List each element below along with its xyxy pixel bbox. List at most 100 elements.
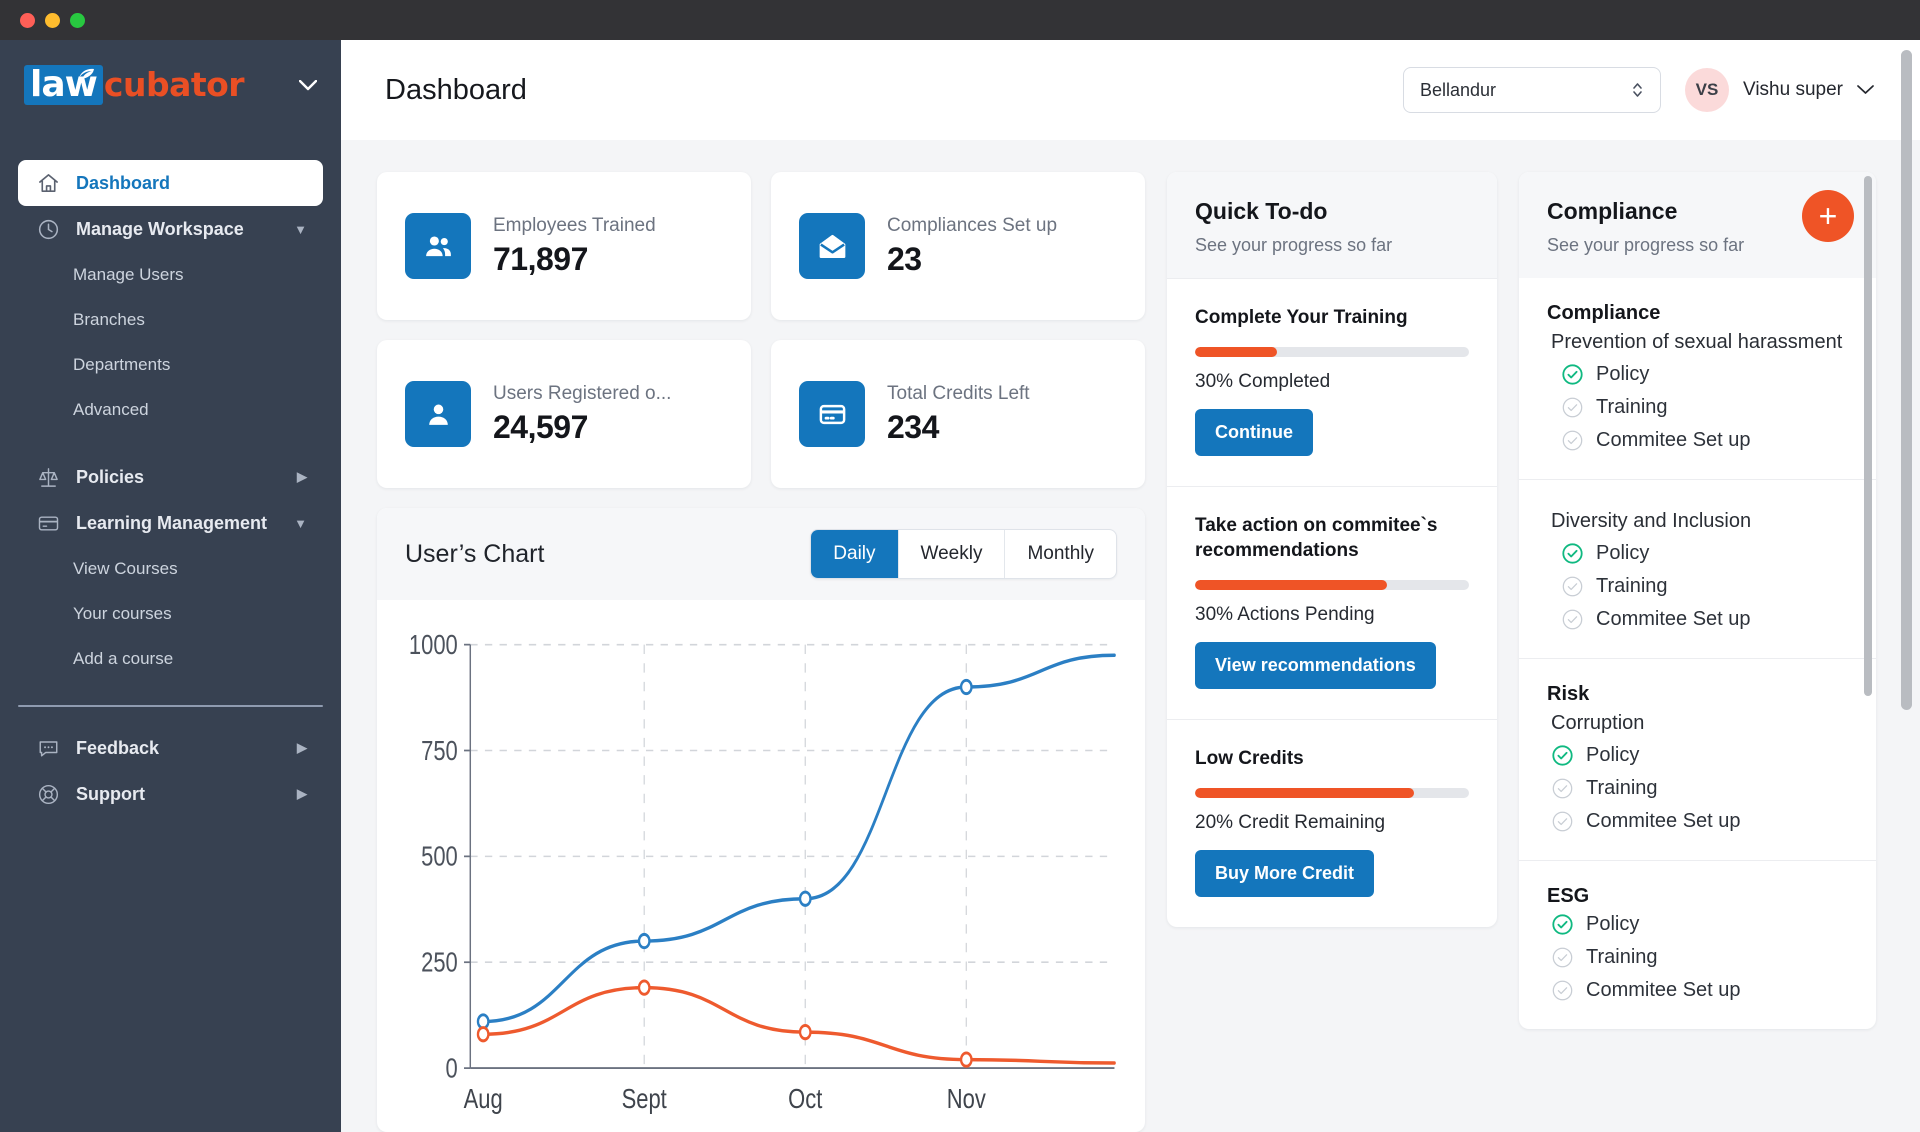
quick-todo-panel: Quick To-do See your progress so far Com… (1167, 172, 1497, 927)
chevron-right-icon[interactable]: ▶ (297, 469, 307, 485)
sidebar-item-learning-management[interactable]: Learning Management ▼ (18, 500, 323, 546)
sidebar-item-feedback[interactable]: Feedback ▶ (18, 725, 323, 771)
sidebar-item-label: Manage Workspace (76, 219, 244, 240)
app-window: law cubator Dashboard (0, 0, 1920, 1132)
sidebar-item-view-courses[interactable]: View Courses (0, 546, 341, 591)
chevron-down-icon[interactable]: ▼ (294, 516, 307, 531)
check-circle-pending-icon (1561, 429, 1584, 452)
progress-text: 30% Actions Pending (1195, 604, 1469, 626)
page-scrollbar[interactable] (1901, 50, 1912, 710)
branch-select[interactable]: Bellandur (1403, 67, 1661, 113)
stat-value: 234 (887, 409, 1030, 446)
add-compliance-button[interactable]: + (1802, 190, 1854, 242)
compliance-group-heading: ESG (1547, 885, 1848, 908)
card-icon (36, 511, 60, 535)
buy-more-credit-button[interactable]: Buy More Credit (1195, 850, 1374, 897)
envelope-icon (799, 213, 865, 279)
compliance-group: Diversity and InclusionPolicyTrainingCom… (1519, 479, 1876, 658)
branch-select-value: Bellandur (1420, 80, 1496, 101)
progress-bar (1195, 347, 1469, 357)
chat-icon (36, 736, 60, 760)
chevron-right-icon[interactable]: ▶ (297, 740, 307, 756)
sidebar: law cubator Dashboard (0, 40, 341, 1132)
panel-title: Quick To-do (1195, 198, 1469, 225)
check-circle-done-icon (1561, 542, 1584, 565)
tab-daily[interactable]: Daily (811, 530, 898, 578)
chart-header: User’s Chart Daily Weekly Monthly (377, 508, 1145, 600)
sidebar-item-label: Support (76, 784, 145, 805)
progress-bar (1195, 788, 1469, 798)
compliance-item[interactable]: Policy (1547, 358, 1848, 391)
chevron-right-icon[interactable]: ▶ (297, 786, 307, 802)
todo-heading: Low Credits (1195, 746, 1469, 772)
sidebar-item-advanced[interactable]: Advanced (0, 387, 341, 432)
panel-subtitle: See your progress so far (1547, 235, 1848, 256)
compliance-item[interactable]: Commitee Set up (1547, 603, 1848, 636)
tab-weekly[interactable]: Weekly (899, 530, 1006, 578)
stat-cards: Employees Trained 71,897 Compliances Set… (377, 172, 1145, 488)
check-circle-done-icon (1551, 744, 1574, 767)
sidebar-item-your-courses[interactable]: Your courses (0, 591, 341, 636)
users-icon (405, 213, 471, 279)
svg-text:Aug: Aug (464, 1084, 503, 1115)
user-name: Vishu super (1743, 79, 1843, 101)
todo-heading: Complete Your Training (1195, 305, 1469, 331)
chevron-down-icon[interactable]: ▼ (294, 222, 307, 237)
stat-label: Total Credits Left (887, 383, 1030, 405)
todo-section-recommendations: Take action on commitee`s recommendation… (1167, 486, 1497, 719)
minimize-window-button[interactable] (45, 13, 60, 28)
sidebar-item-departments[interactable]: Departments (0, 342, 341, 387)
todo-section-low-credits: Low Credits 20% Credit Remaining Buy Mor… (1167, 719, 1497, 927)
continue-button[interactable]: Continue (1195, 409, 1313, 456)
quick-todo-header: Quick To-do See your progress so far (1167, 172, 1497, 278)
compliance-item[interactable]: Commitee Set up (1547, 974, 1848, 1007)
compliance-item-label: Policy (1586, 913, 1639, 936)
sidebar-item-manage-users[interactable]: Manage Users (0, 252, 341, 297)
svg-text:250: 250 (421, 947, 458, 978)
sidebar-item-add-a-course[interactable]: Add a course (0, 636, 341, 681)
compliance-item-label: Commitee Set up (1596, 608, 1751, 631)
user-menu[interactable]: VS Vishu super (1685, 68, 1874, 112)
sidebar-nav: Dashboard Manage Workspace ▼ Manage User… (0, 130, 341, 817)
support-icon (36, 782, 60, 806)
compliance-item[interactable]: Policy (1547, 908, 1848, 941)
sidebar-item-branches[interactable]: Branches (0, 297, 341, 342)
sidebar-item-policies[interactable]: Policies ▶ (18, 454, 323, 500)
close-window-button[interactable] (20, 13, 35, 28)
main-area: Dashboard Bellandur VS Vishu super (341, 40, 1920, 1132)
compliance-item[interactable]: Commitee Set up (1547, 424, 1848, 457)
sidebar-item-dashboard[interactable]: Dashboard (18, 160, 323, 206)
sidebar-item-label: Feedback (76, 738, 159, 759)
sidebar-item-support[interactable]: Support ▶ (18, 771, 323, 817)
line-chart: 02505007501000AugSeptOctNov (395, 626, 1127, 1132)
check-circle-pending-icon (1551, 946, 1574, 969)
compliance-item[interactable]: Policy (1547, 537, 1848, 570)
chevron-updown-icon[interactable] (1631, 80, 1644, 100)
check-circle-done-icon (1561, 363, 1584, 386)
check-circle-pending-icon (1561, 396, 1584, 419)
compliance-item[interactable]: Training (1547, 772, 1848, 805)
tab-monthly[interactable]: Monthly (1005, 530, 1116, 578)
compliance-item[interactable]: Policy (1547, 739, 1848, 772)
compliance-item[interactable]: Training (1547, 391, 1848, 424)
maximize-window-button[interactable] (70, 13, 85, 28)
stat-label: Users Registered o... (493, 383, 671, 405)
clock-icon (36, 217, 60, 241)
compliance-item[interactable]: Training (1547, 941, 1848, 974)
progress-bar (1195, 580, 1469, 590)
svg-text:0: 0 (446, 1053, 458, 1084)
left-column: Employees Trained 71,897 Compliances Set… (377, 172, 1145, 1132)
compliance-item[interactable]: Training (1547, 570, 1848, 603)
compliance-item[interactable]: Commitee Set up (1547, 805, 1848, 838)
chevron-down-icon[interactable] (1857, 85, 1874, 95)
stat-card-users-registered: Users Registered o... 24,597 (377, 340, 751, 488)
compliance-column: Compliance See your progress so far + Co… (1519, 172, 1876, 1132)
sidebar-item-manage-workspace[interactable]: Manage Workspace ▼ (18, 206, 323, 252)
chevron-down-icon[interactable] (299, 80, 317, 91)
compliance-item-label: Policy (1596, 542, 1649, 565)
brand-logo[interactable]: law cubator (0, 40, 341, 130)
check-circle-done-icon (1551, 913, 1574, 936)
svg-text:750: 750 (421, 735, 458, 766)
compliance-scrollbar[interactable] (1864, 176, 1872, 696)
view-recommendations-button[interactable]: View recommendations (1195, 642, 1436, 689)
